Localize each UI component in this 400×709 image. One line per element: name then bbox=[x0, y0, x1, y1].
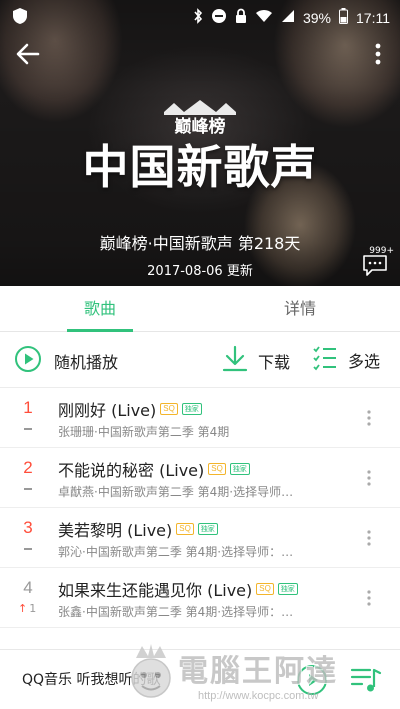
exclusive-badge: 独家 bbox=[229, 463, 250, 475]
rank-unchanged-icon bbox=[22, 544, 34, 550]
song-subtitle: 卓猷燕·中国新歌声第二季 第4期·选择导师… bbox=[58, 485, 294, 499]
battery-percent: 39% bbox=[302, 9, 331, 26]
shuffle-play-label: 随机播放 bbox=[54, 353, 119, 372]
status-bar: 39% 17:11 bbox=[0, 0, 400, 32]
arrow-up-icon: ↑ bbox=[18, 602, 28, 615]
song-more-icon[interactable] bbox=[366, 408, 372, 428]
multiselect-button[interactable]: 多选 bbox=[312, 345, 380, 375]
bluetooth-icon bbox=[193, 8, 203, 27]
song-list: 1 刚刚好 (Live) SQ 独家 张珊珊·中国新歌声第二季 第4期 2 不能… bbox=[0, 388, 400, 628]
download-label: 下载 bbox=[258, 353, 291, 372]
chart-name: 中国新歌声 bbox=[82, 140, 318, 194]
song-more-icon[interactable] bbox=[366, 588, 372, 608]
back-arrow-icon[interactable] bbox=[12, 38, 44, 70]
sq-badge: SQ bbox=[208, 463, 226, 475]
song-rank: 1 bbox=[23, 398, 33, 417]
song-rank: 4 bbox=[23, 578, 33, 597]
sq-badge: SQ bbox=[176, 523, 194, 535]
signal-icon bbox=[281, 9, 295, 26]
song-more-icon[interactable] bbox=[366, 468, 372, 488]
overflow-menu-icon[interactable] bbox=[370, 40, 386, 68]
update-date: 2017-08-06 更新 bbox=[147, 264, 253, 279]
song-title: 刚刚好 (Live) bbox=[58, 401, 157, 420]
exclusive-badge: 独家 bbox=[277, 583, 298, 595]
lock-icon bbox=[235, 8, 247, 27]
song-rank: 3 bbox=[23, 518, 33, 537]
song-subtitle: 郭沁·中国新歌声第二季 第4期·选择导师：… bbox=[58, 545, 294, 559]
rank-change: 1 bbox=[29, 602, 37, 615]
chart-subtitle: 巅峰榜·中国新歌声 第218天 bbox=[99, 234, 301, 253]
action-bar: 随机播放 下载 多选 bbox=[0, 332, 400, 388]
multiselect-label: 多选 bbox=[348, 352, 381, 371]
chart-logo: 巅峰榜 bbox=[150, 100, 250, 137]
song-subtitle: 张鑫·中国新歌声第二季 第4期·选择导师：… bbox=[58, 605, 294, 619]
song-title: 如果来生还能遇见你 (Live) bbox=[58, 581, 253, 600]
clock: 17:11 bbox=[356, 9, 390, 26]
song-title: 不能说的秘密 (Live) bbox=[58, 461, 205, 480]
song-rank: 2 bbox=[23, 458, 33, 477]
checklist-icon bbox=[312, 345, 338, 375]
mini-player[interactable]: QQ音乐 听我想听的歌 bbox=[0, 649, 400, 709]
song-row[interactable]: 3 美若黎明 (Live) SQ 独家 郭沁·中国新歌声第二季 第4期·选择导师… bbox=[0, 508, 400, 568]
song-title: 美若黎明 (Live) bbox=[58, 521, 173, 540]
play-button-icon[interactable] bbox=[296, 664, 328, 696]
song-more-icon[interactable] bbox=[366, 528, 372, 548]
comment-count: 999+ bbox=[369, 246, 394, 256]
exclusive-badge: 独家 bbox=[181, 403, 202, 415]
rank-unchanged-icon bbox=[22, 484, 34, 490]
shuffle-play-button[interactable]: 随机播放 bbox=[14, 345, 118, 377]
shield-icon bbox=[12, 7, 28, 28]
rank-unchanged-icon bbox=[22, 424, 34, 430]
play-circle-icon bbox=[14, 345, 42, 377]
sq-badge: SQ bbox=[160, 403, 178, 415]
sq-badge: SQ bbox=[256, 583, 274, 595]
wifi-icon bbox=[255, 9, 273, 26]
rank-up-indicator: ↑ 1 bbox=[18, 602, 36, 615]
playlist-icon[interactable] bbox=[350, 665, 382, 695]
player-slogan: QQ音乐 听我想听的歌 bbox=[22, 672, 161, 688]
download-icon bbox=[222, 345, 248, 377]
song-subtitle: 张珊珊·中国新歌声第二季 第4期 bbox=[58, 425, 230, 439]
chart-detail-screen: 39% 17:11 巅峰榜 中国新歌声 巅峰榜·中国新歌声 第218天 2017… bbox=[0, 0, 400, 709]
tab-details[interactable]: 详情 bbox=[200, 286, 400, 332]
exclusive-badge: 独家 bbox=[197, 523, 218, 535]
download-button[interactable]: 下载 bbox=[222, 345, 290, 377]
do-not-disturb-icon bbox=[211, 8, 227, 27]
tab-songs[interactable]: 歌曲 bbox=[0, 286, 200, 332]
song-row[interactable]: 4 ↑ 1 如果来生还能遇见你 (Live) SQ 独家 张鑫·中国新歌声第二季 … bbox=[0, 568, 400, 628]
song-row[interactable]: 1 刚刚好 (Live) SQ 独家 张珊珊·中国新歌声第二季 第4期 bbox=[0, 388, 400, 448]
tab-bar: 歌曲 详情 bbox=[0, 286, 400, 332]
battery-icon bbox=[339, 8, 348, 27]
song-row[interactable]: 2 不能说的秘密 (Live) SQ 独家 卓猷燕·中国新歌声第二季 第4期·选… bbox=[0, 448, 400, 508]
